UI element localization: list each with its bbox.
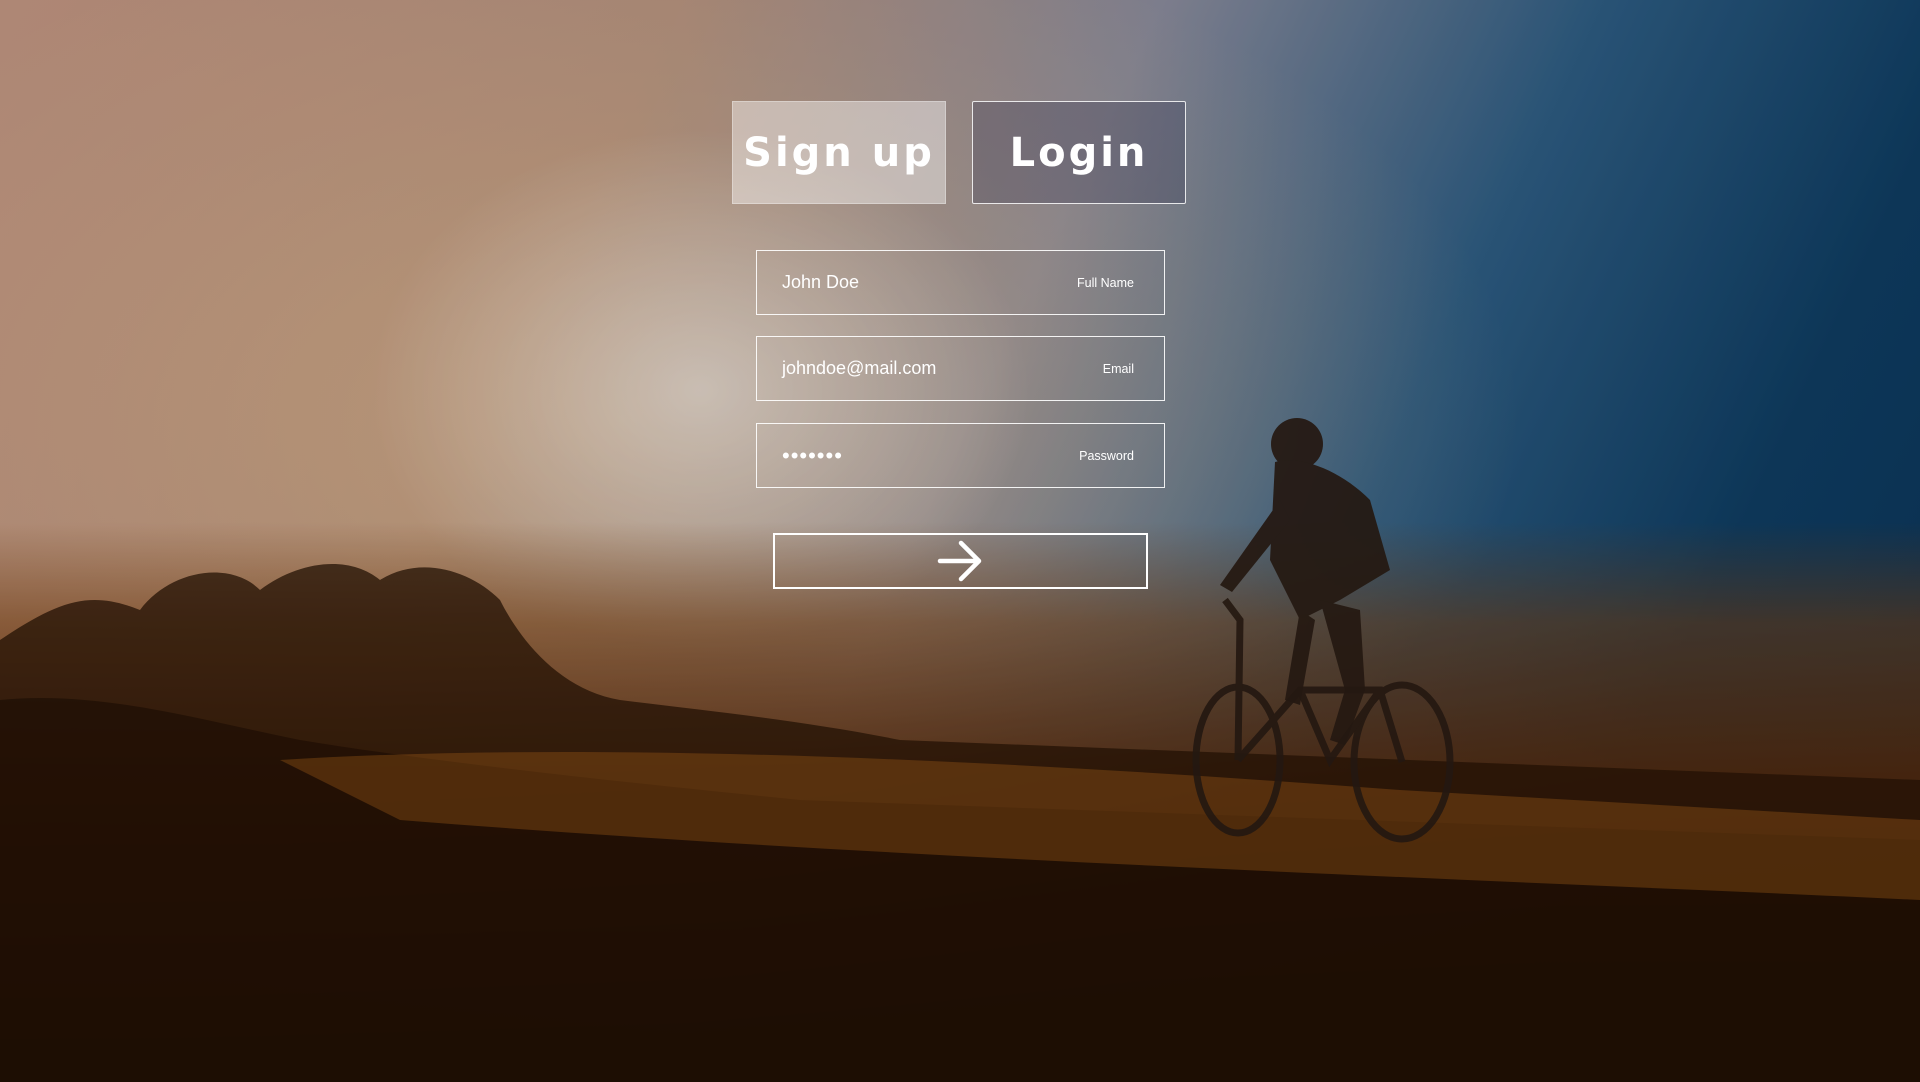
full-name-label: Full Name bbox=[1077, 275, 1134, 290]
full-name-field[interactable]: John Doe Full Name bbox=[756, 250, 1165, 315]
password-value: ••••••• bbox=[782, 442, 843, 468]
arrow-right-icon bbox=[937, 540, 981, 582]
email-label: Email bbox=[1102, 361, 1134, 376]
password-field[interactable]: ••••••• Password bbox=[756, 423, 1165, 488]
password-label: Password bbox=[1079, 448, 1134, 463]
email-value: johndoe@mail.com bbox=[782, 358, 937, 378]
tab-signup[interactable]: Sign up bbox=[732, 101, 946, 204]
tab-login[interactable]: Login bbox=[972, 101, 1186, 204]
submit-button[interactable] bbox=[773, 533, 1148, 589]
email-field[interactable]: johndoe@mail.com Email bbox=[756, 336, 1165, 401]
auth-tabs: Sign up Login bbox=[732, 101, 1186, 204]
full-name-value: John Doe bbox=[782, 272, 860, 292]
